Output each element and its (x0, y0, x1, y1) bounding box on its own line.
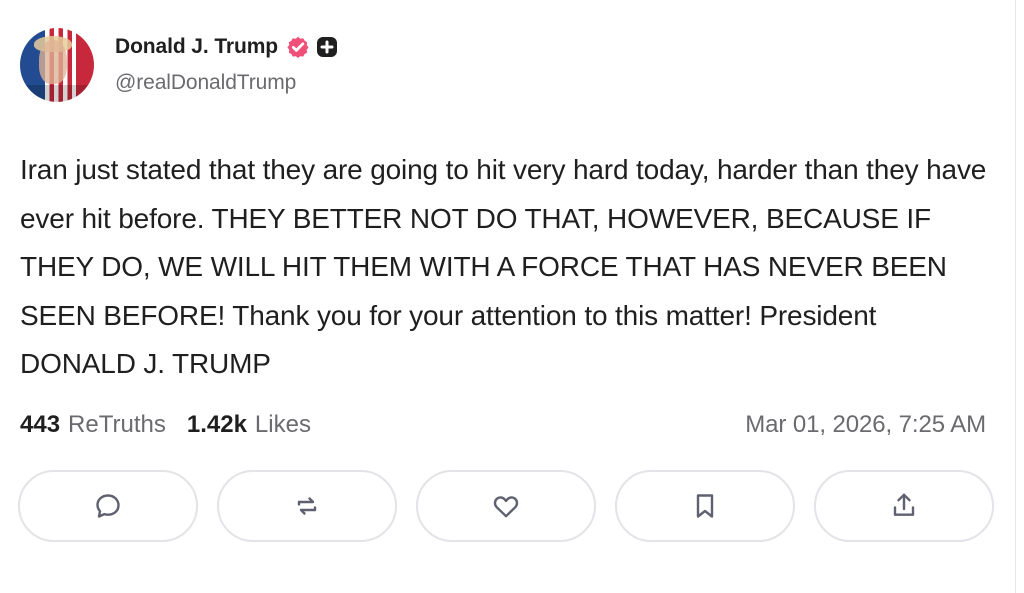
like-button[interactable] (416, 470, 596, 542)
post-actions (18, 470, 994, 544)
engagement-stats: 443 ReTruths 1.42k Likes (20, 411, 311, 439)
display-name-row: Donald J. Trump (115, 31, 339, 63)
share-icon (893, 493, 915, 516)
likes-count: 1.42k (186, 411, 247, 438)
share-button[interactable] (814, 470, 994, 542)
retruths-label: ReTruths (68, 411, 166, 438)
avatar-face-shape (39, 40, 67, 84)
repost-icon (297, 497, 317, 515)
comment-icon (96, 494, 120, 518)
display-name[interactable]: Donald J. Trump (115, 35, 278, 59)
reply-button[interactable] (18, 470, 198, 542)
post-text: Iran just stated that they are going to … (20, 154, 987, 379)
author-info: Donald J. Trump @realDonaldTrump (115, 31, 339, 95)
retruth-button[interactable] (217, 470, 397, 542)
heart-icon (493, 496, 519, 518)
post-stats-row: 443 ReTruths 1.42k Likes Mar 01, 2026, 7… (20, 406, 986, 444)
likes-label: Likes (254, 411, 311, 438)
avatar-shadow (20, 85, 94, 102)
avatar[interactable] (20, 28, 94, 102)
verified-icon (287, 36, 309, 58)
post-header: Donald J. Trump @realDonaldTrump (20, 28, 339, 104)
retruths-stat[interactable]: 443 ReTruths (20, 411, 166, 439)
post-card: Donald J. Trump @realDonaldTrump Iran ju… (0, 0, 1016, 593)
retruths-count: 443 (20, 411, 61, 438)
bookmark-icon (696, 494, 714, 518)
plus-icon (317, 37, 338, 57)
user-handle[interactable]: @realDonaldTrump (115, 71, 339, 95)
likes-stat[interactable]: 1.42k Likes (187, 411, 311, 439)
post-timestamp[interactable]: Mar 01, 2026, 7:25 AM (745, 411, 986, 439)
bookmark-button[interactable] (615, 470, 795, 542)
